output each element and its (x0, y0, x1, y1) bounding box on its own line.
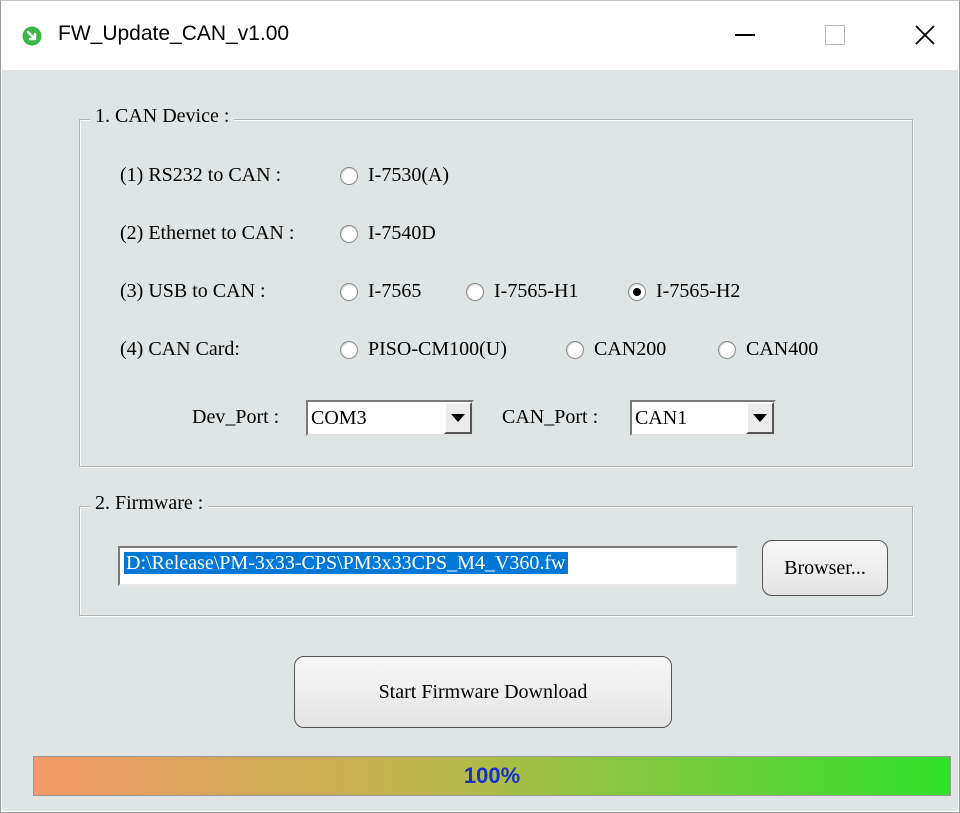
can-port-value: CAN1 (635, 407, 688, 429)
radio-label: I-7565-H1 (494, 280, 579, 302)
radio-can400[interactable]: CAN400 (718, 338, 818, 361)
radio-circle-icon (718, 340, 736, 359)
radio-dot (633, 287, 641, 296)
radio-i7530a[interactable]: I-7530(A) (340, 164, 449, 187)
minimize-icon (735, 34, 755, 36)
start-firmware-download-button[interactable]: Start Firmware Download (294, 656, 672, 728)
radio-label: I-7530(A) (368, 164, 450, 186)
radio-label: I-7565-H2 (656, 280, 741, 302)
firmware-path-input[interactable]: D:\Release\PM-3x33-CPS\PM3x33CPS_M4_V360… (118, 546, 738, 586)
app-icon (22, 26, 42, 46)
title-bar: FW_Update_CAN_v1.00 (0, 0, 960, 70)
chevron-down-icon (753, 414, 767, 422)
radio-circle-icon (340, 282, 358, 301)
close-button[interactable] (880, 0, 960, 70)
can-port-dropdown-button[interactable] (746, 402, 774, 434)
radio-circle-icon (466, 282, 484, 301)
ethernet-label: (2) Ethernet to CAN : (120, 222, 295, 244)
can-card-label: (4) CAN Card: (120, 338, 240, 360)
browse-button[interactable]: Browser... (762, 540, 888, 596)
dev-port-value: COM3 (311, 407, 367, 429)
progress-bar: 100% (33, 756, 951, 796)
radio-piso-cm100u[interactable]: PISO-CM100(U) (340, 338, 507, 361)
dev-port-select[interactable]: COM3 (306, 400, 474, 436)
window-title: FW_Update_CAN_v1.00 (58, 22, 290, 45)
radio-label: PISO-CM100(U) (368, 338, 507, 360)
radio-i7565-h2[interactable]: I-7565-H2 (628, 280, 740, 303)
radio-label: I-7565 (368, 280, 422, 302)
radio-i7540d[interactable]: I-7540D (340, 222, 436, 245)
dialog-client-area: 1. CAN Device : (1) RS232 to CAN : I-753… (2, 70, 958, 811)
can-port-label: CAN_Port : (502, 406, 599, 428)
dev-port-label: Dev_Port : (192, 406, 280, 428)
minimize-button[interactable] (700, 0, 790, 70)
radio-circle-icon (340, 166, 358, 185)
firmware-legend: 2. Firmware : (90, 492, 209, 515)
maximize-button[interactable] (790, 0, 880, 70)
rs232-label: (1) RS232 to CAN : (120, 164, 282, 186)
radio-label: I-7540D (368, 222, 436, 244)
usb-label: (3) USB to CAN : (120, 280, 266, 302)
radio-circle-icon (340, 224, 358, 243)
radio-can200[interactable]: CAN200 (566, 338, 666, 361)
radio-i7565[interactable]: I-7565 (340, 280, 421, 303)
close-icon (915, 25, 935, 45)
radio-label: CAN200 (594, 338, 667, 360)
firmware-path-text: D:\Release\PM-3x33-CPS\PM3x33CPS_M4_V360… (124, 552, 568, 574)
progress-text: 100% (463, 763, 521, 788)
dev-port-dropdown-button[interactable] (444, 402, 472, 434)
radio-circle-icon (566, 340, 584, 359)
maximize-icon (825, 25, 845, 45)
can-device-legend: 1. CAN Device : (90, 105, 235, 128)
radio-checked-icon (628, 282, 646, 301)
radio-label: CAN400 (746, 338, 819, 360)
radio-i7565-h1[interactable]: I-7565-H1 (466, 280, 578, 303)
radio-circle-icon (340, 340, 358, 359)
can-port-select[interactable]: CAN1 (630, 400, 776, 436)
chevron-down-icon (451, 414, 465, 422)
